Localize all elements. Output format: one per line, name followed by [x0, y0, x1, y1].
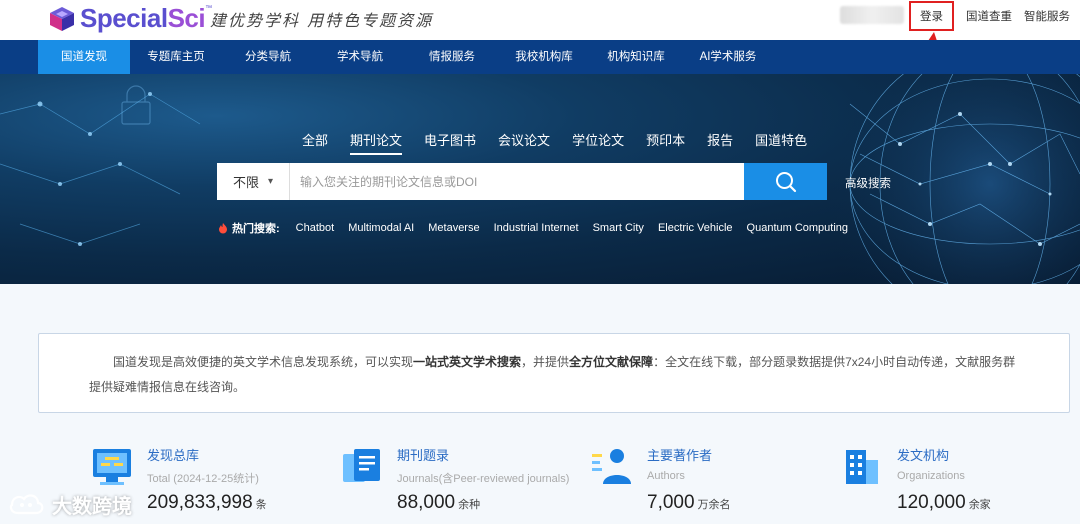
top-links: 登录 国道查重 智能服务: [909, 0, 1070, 32]
intro-text-2: ，并提供: [521, 355, 570, 369]
tab-special[interactable]: 国道特色: [755, 130, 807, 149]
search-input[interactable]: [290, 163, 744, 200]
specialsci-logo[interactable]: SpecialSci ™: [48, 3, 212, 34]
intro-bold-1: 一站式英文学术搜索: [413, 355, 522, 369]
nav-intelligence[interactable]: 情报服务: [406, 40, 498, 74]
intro-text-1: 国道发现是高效便捷的英文学术信息发现系统，可以实现: [113, 355, 414, 369]
login-link[interactable]: 登录: [909, 1, 954, 31]
nav-institution-repository[interactable]: 机构知识库: [590, 40, 682, 74]
stat-title: 发文机构: [897, 448, 950, 463]
nav-topic-home[interactable]: 专题库主页: [130, 40, 222, 74]
search-icon: [775, 171, 796, 192]
tab-thesis[interactable]: 学位论文: [572, 130, 624, 149]
stats-row: 发现总库 Total (2024-12-25统计) 209,833,998 条 期…: [90, 440, 1080, 524]
watermark-logo-icon: [9, 493, 44, 514]
smart-service-link[interactable]: 智能服务: [1024, 8, 1070, 24]
stat-title: 发现总库: [147, 448, 200, 463]
search-hero: 全部 期刊论文 电子图书 会议论文 学位论文 预印本 报告 国道特色 不限 ▾ …: [0, 74, 1080, 284]
scope-select[interactable]: 不限 ▾: [217, 163, 290, 200]
stat-subtitle: Total (2024-12-25统计): [147, 473, 259, 485]
hot-search-label: 热门搜索:: [217, 220, 280, 236]
hot-term[interactable]: Quantum Computing: [747, 222, 849, 234]
stat-number: 7,000 万余名: [647, 492, 731, 513]
tab-preprint[interactable]: 预印本: [646, 130, 685, 149]
slogan: 建优势学科 用特色专题资源: [210, 11, 434, 30]
stat-subtitle: Authors: [647, 470, 685, 482]
search-button[interactable]: [744, 163, 827, 200]
author-person-icon: [592, 449, 631, 484]
hot-term[interactable]: Electric Vehicle: [658, 222, 733, 234]
top-header: SpecialSci ™ 建优势学科 用特色专题资源 登录 国道查重 智能服务: [0, 0, 1080, 87]
stat-subtitle: Journals(含Peer-reviewed journals): [397, 473, 570, 485]
hot-term[interactable]: Multimodal AI: [348, 222, 414, 234]
stat-subtitle: Organizations: [897, 470, 965, 482]
tab-all[interactable]: 全部: [302, 130, 328, 149]
hot-term[interactable]: Smart City: [593, 222, 644, 234]
nav-ai-service[interactable]: AI学术服务: [682, 40, 774, 74]
stat-number: 120,000 余家: [897, 492, 991, 513]
tab-report[interactable]: 报告: [707, 130, 733, 149]
nav-school-repository[interactable]: 我校机构库: [498, 40, 590, 74]
plagiarism-check-link[interactable]: 国道查重: [966, 8, 1012, 24]
hot-term[interactable]: Metaverse: [428, 222, 479, 234]
stat-title: 期刊题录: [397, 448, 450, 463]
hot-term[interactable]: Industrial Internet: [494, 222, 579, 234]
search-bar: 不限 ▾: [217, 163, 827, 200]
logo-text: SpecialSci: [80, 3, 206, 33]
intro-panel: 国道发现是高效便捷的英文学术信息发现系统，可以实现一站式英文学术搜索，并提供全方…: [38, 333, 1070, 413]
nav-classification[interactable]: 分类导航: [222, 40, 314, 74]
stat-number: 209,833,998 条: [147, 492, 267, 513]
stat-title: 主要著作者: [647, 448, 713, 463]
tab-conference[interactable]: 会议论文: [498, 130, 550, 149]
tab-ebook[interactable]: 电子图书: [424, 130, 476, 149]
journal-book-icon: [343, 449, 380, 482]
main-nav: 国道发现 专题库主页 分类导航 学术导航 情报服务 我校机构库 机构知识库 AI…: [0, 40, 1080, 74]
chevron-down-icon: ▾: [267, 176, 274, 187]
organization-building-icon: [846, 450, 878, 484]
hot-search: 热门搜索: Chatbot Multimodal AI Metaverse In…: [217, 220, 862, 236]
search-type-tabs: 全部 期刊论文 电子图书 会议论文 学位论文 预印本 报告 国道特色: [302, 130, 829, 155]
hot-term[interactable]: Chatbot: [296, 222, 335, 234]
nav-academic[interactable]: 学术导航: [314, 40, 406, 74]
watermark: 大数跨境: [8, 490, 132, 519]
stat-number: 88,000 余种: [397, 492, 481, 513]
advanced-search-link[interactable]: 高级搜索: [845, 175, 891, 191]
intro-bold-2: 全方位文献保障: [569, 355, 654, 369]
scope-select-value: 不限: [232, 175, 259, 190]
logo-cube-icon: [48, 5, 76, 33]
blurred-username: [840, 6, 904, 24]
tab-journal[interactable]: 期刊论文: [350, 130, 403, 155]
nav-discovery[interactable]: 国道发现: [38, 40, 130, 74]
database-monitor-icon: [93, 449, 131, 485]
fire-icon: [219, 223, 227, 234]
